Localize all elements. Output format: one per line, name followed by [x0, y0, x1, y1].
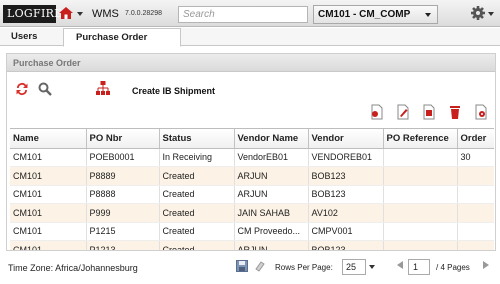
cell-vendor: AV102 — [308, 203, 384, 223]
cell-vendor: BOB123 — [308, 185, 384, 204]
cell-po-reference — [383, 166, 458, 186]
column-header-status[interactable]: Status — [159, 129, 235, 149]
settings-document-icon[interactable] — [473, 104, 489, 120]
cell-po-nbr: P8889 — [86, 166, 160, 186]
home-icon[interactable] — [58, 5, 74, 21]
logfire-logo: LOGFIRE — [3, 5, 62, 23]
settings-chevron-icon[interactable] — [488, 12, 494, 16]
hierarchy-icon[interactable] — [95, 80, 111, 96]
purchase-order-table: Name PO Nbr Status Vendor Name Vendor PO… — [10, 128, 494, 250]
cell-status: Created — [159, 203, 235, 223]
cell-order — [457, 166, 494, 186]
previous-page-icon[interactable] — [397, 261, 403, 269]
column-header-po-nbr[interactable]: PO Nbr — [86, 129, 160, 149]
cell-name: CM101 — [10, 148, 87, 167]
cell-name: CM101 — [10, 240, 87, 250]
cell-vendor-name: ARJUN — [234, 240, 309, 250]
table-row[interactable]: CM101 P1215 Created CM Proveedo... CMPV0… — [10, 222, 494, 241]
cell-vendor-name: CM Proveedo... — [234, 222, 309, 241]
tab-strip: Users Purchase Order — [0, 28, 500, 47]
create-ib-shipment-button[interactable]: Create IB Shipment — [132, 86, 215, 96]
column-header-order[interactable]: Order — [457, 129, 494, 149]
rows-per-page-value: 25 — [346, 262, 357, 272]
cell-vendor: BOB123 — [308, 240, 384, 250]
tab-purchase-order[interactable]: Purchase Order — [63, 28, 181, 47]
column-header-name[interactable]: Name — [10, 129, 87, 149]
cell-name: CM101 — [10, 203, 87, 223]
cell-order — [457, 185, 494, 204]
home-menu-chevron-icon[interactable] — [77, 12, 83, 16]
cell-po-reference — [383, 240, 458, 250]
cell-vendor: VENDOREB01 — [308, 148, 384, 167]
company-selector-label: CM101 - CM_COMP — [318, 9, 411, 20]
pagination-footer: Time Zone: Africa/Johannesburg Rows Per … — [0, 256, 500, 284]
eraser-icon[interactable] — [254, 260, 266, 272]
cell-po-nbr: P1213 — [86, 240, 160, 250]
new-document-icon[interactable] — [369, 104, 385, 120]
cell-vendor-name: VendorEB01 — [234, 148, 309, 167]
rows-per-page-label: Rows Per Page: — [275, 263, 333, 272]
cell-order — [457, 240, 494, 250]
table-row[interactable]: CM101 P1213 Created ARJUN BOB123 — [10, 240, 494, 250]
table-header-row: Name PO Nbr Status Vendor Name Vendor PO… — [10, 129, 494, 149]
cell-order — [457, 222, 494, 241]
cell-po-nbr: P999 — [86, 203, 160, 223]
column-header-po-reference[interactable]: PO Reference — [383, 129, 458, 149]
table-row[interactable]: CM101 POEB0001 In Receiving VendorEB01 V… — [10, 148, 494, 167]
panel-title: Purchase Order — [7, 54, 495, 72]
cell-po-reference — [383, 222, 458, 241]
total-pages-label: / 4 Pages — [436, 263, 470, 272]
app-version: 7.0.0.28298 — [125, 10, 162, 17]
tab-users[interactable]: Users — [3, 28, 63, 46]
cell-po-reference — [383, 148, 458, 167]
top-bar: LOGFIRE WMS 7.0.0.28298 CM101 - CM_COMP — [0, 0, 500, 27]
rows-per-page-select[interactable]: 25 — [342, 259, 375, 275]
company-selector[interactable]: CM101 - CM_COMP — [313, 5, 438, 24]
cell-order: 30 — [457, 148, 494, 167]
cell-name: CM101 — [10, 185, 87, 204]
cell-po-nbr: POEB0001 — [86, 148, 160, 167]
edit-document-icon[interactable] — [395, 104, 411, 120]
search-icon[interactable] — [37, 81, 53, 97]
cell-status: Created — [159, 166, 235, 186]
cell-name: CM101 — [10, 222, 87, 241]
timezone-label: Time Zone: Africa/Johannesburg — [8, 263, 138, 273]
cell-name: CM101 — [10, 166, 87, 186]
gear-icon[interactable] — [470, 5, 486, 21]
column-header-vendor[interactable]: Vendor — [308, 129, 384, 149]
cell-vendor-name: ARJUN — [234, 185, 309, 204]
table-row[interactable]: CM101 P8888 Created ARJUN BOB123 — [10, 185, 494, 204]
copy-document-icon[interactable] — [421, 104, 437, 120]
cell-status: In Receiving — [159, 148, 235, 167]
cell-status: Created — [159, 240, 235, 250]
save-icon[interactable] — [236, 260, 248, 272]
page-number-input[interactable]: 1 — [408, 259, 430, 275]
trash-icon[interactable] — [447, 104, 463, 120]
cell-vendor-name: ARJUN — [234, 166, 309, 186]
refresh-icon[interactable] — [14, 81, 30, 97]
cell-po-reference — [383, 203, 458, 223]
purchase-order-panel: Purchase Order Create IB Shipment Name P… — [6, 53, 496, 251]
cell-vendor: CMPV001 — [308, 222, 384, 241]
cell-order — [457, 203, 494, 223]
cell-po-reference — [383, 185, 458, 204]
app-name: WMS — [92, 8, 119, 20]
table-row[interactable]: CM101 P999 Created JAIN SAHAB AV102 — [10, 203, 494, 223]
chevron-down-icon — [369, 265, 375, 269]
cell-po-nbr: P1215 — [86, 222, 160, 241]
table-row[interactable]: CM101 P8889 Created ARJUN BOB123 — [10, 166, 494, 186]
cell-po-nbr: P8888 — [86, 185, 160, 204]
cell-vendor-name: JAIN SAHAB — [234, 203, 309, 223]
chevron-down-icon — [425, 13, 431, 17]
next-page-icon[interactable] — [483, 261, 489, 269]
cell-status: Created — [159, 222, 235, 241]
cell-status: Created — [159, 185, 235, 204]
column-header-vendor-name[interactable]: Vendor Name — [234, 129, 309, 149]
search-input[interactable] — [178, 6, 308, 23]
cell-vendor: BOB123 — [308, 166, 384, 186]
